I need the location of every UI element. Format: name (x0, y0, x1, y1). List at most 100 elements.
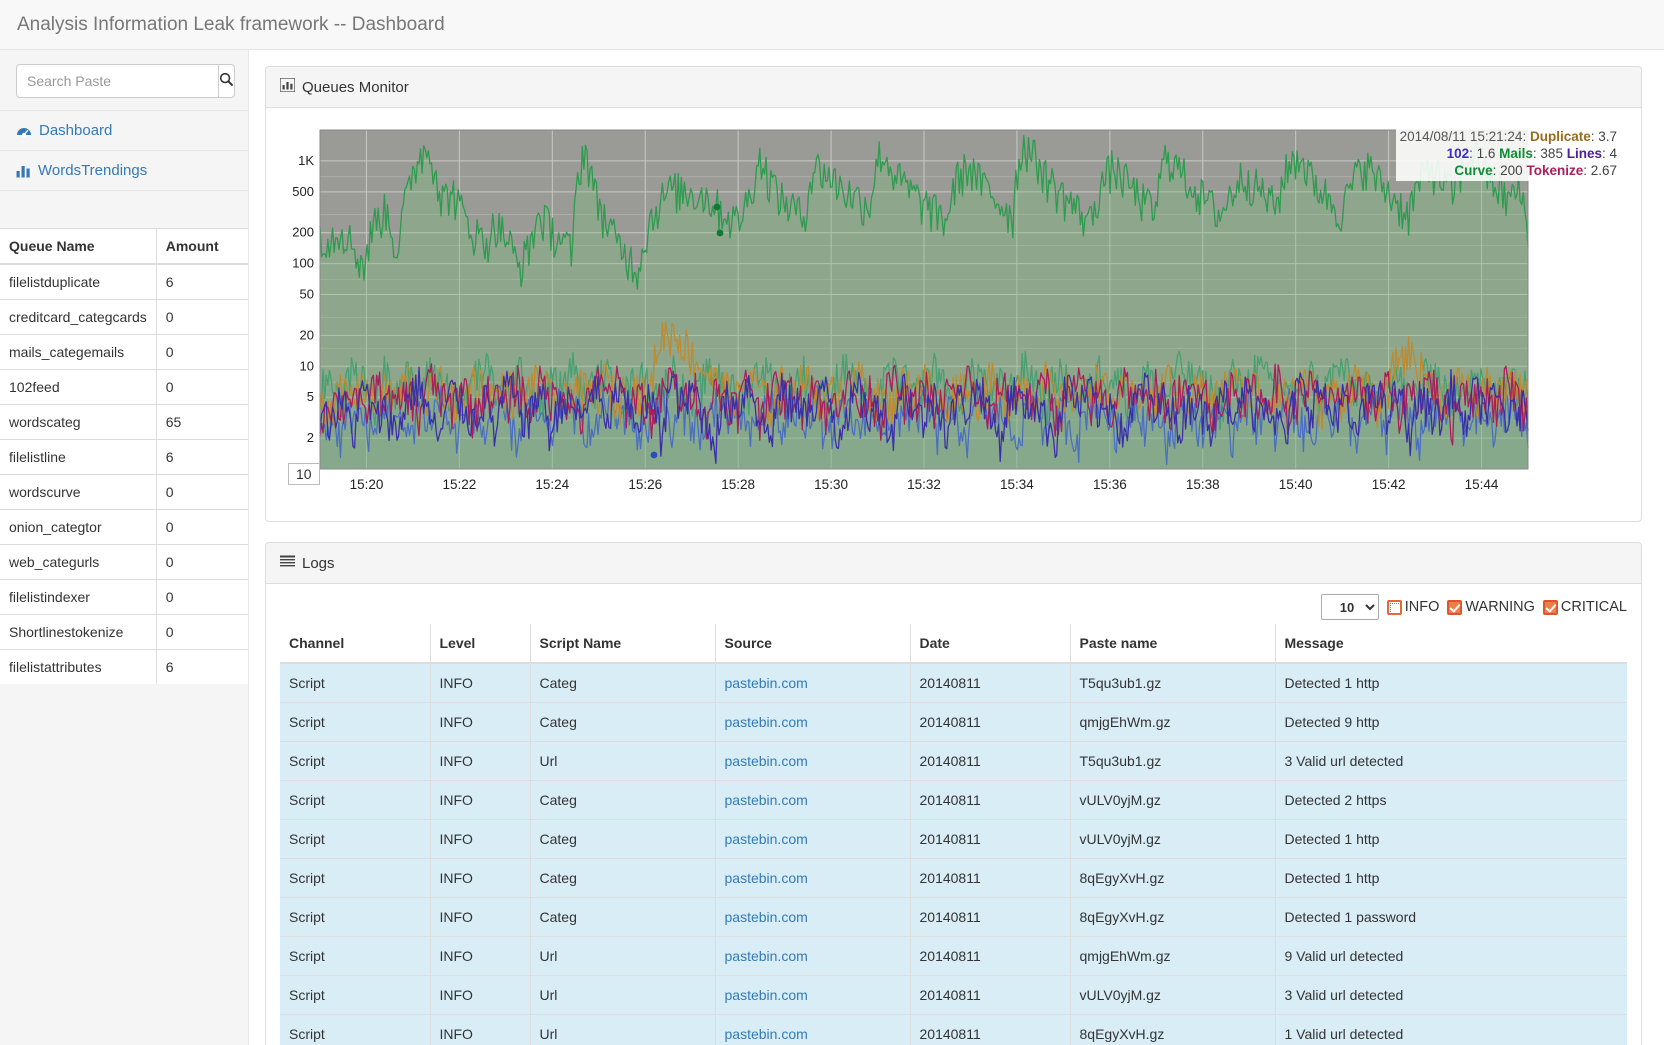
checkbox-warning-icon[interactable] (1447, 600, 1462, 615)
legend-line-3: Curve: 200 Tokenize: 2.67 (1400, 162, 1617, 179)
source-link[interactable]: pastebin.com (725, 948, 808, 964)
logs-cell-source: pastebin.com (715, 703, 910, 742)
logs-cell-channel: Script (280, 976, 430, 1015)
logs-cell-level: INFO (430, 742, 530, 781)
table-row[interactable]: ScriptINFOUrlpastebin.com20140811qmjgEhW… (280, 937, 1627, 976)
logs-cell-date: 20140811 (910, 859, 1070, 898)
logs-col-channel: Channel (280, 624, 430, 663)
logs-title: Logs (280, 555, 335, 572)
queue-amount-cell: 0 (156, 335, 248, 370)
logs-cell-date: 20140811 (910, 663, 1070, 703)
svg-text:15:32: 15:32 (907, 477, 941, 492)
logs-cell-level: INFO (430, 976, 530, 1015)
logs-table-body: ScriptINFOCategpastebin.com20140811T5qu3… (280, 663, 1627, 1045)
queue-amount-cell: 6 (156, 264, 248, 300)
logs-cell-paste: 8qEgyXvH.gz (1070, 1015, 1275, 1045)
table-row: 102feed0 (0, 370, 248, 405)
table-row[interactable]: ScriptINFOUrlpastebin.com201408118qEgyXv… (280, 1015, 1627, 1045)
source-link[interactable]: pastebin.com (725, 1026, 808, 1042)
logs-col-source: Source (715, 624, 910, 663)
source-link[interactable]: pastebin.com (725, 831, 808, 847)
checkbox-info-icon[interactable] (1387, 600, 1402, 615)
logs-cell-script: Categ (530, 859, 715, 898)
top-navbar: Analysis Information Leak framework -- D… (0, 0, 1664, 50)
search-input[interactable] (16, 64, 218, 98)
logs-cell-level: INFO (430, 937, 530, 976)
logs-table: Channel Level Script Name Source Date Pa… (280, 624, 1627, 1045)
logs-cell-message: 3 Valid url detected (1275, 742, 1627, 781)
checkbox-critical-icon[interactable] (1543, 600, 1558, 615)
svg-text:500: 500 (292, 184, 314, 199)
queues-monitor-header: Queues Monitor (266, 67, 1641, 108)
logs-cell-channel: Script (280, 663, 430, 703)
queues-monitor-panel: Queues Monitor 1K50020010050201052115:20… (265, 66, 1642, 522)
logs-cell-paste: T5qu3ub1.gz (1070, 742, 1275, 781)
panel-title-text: Logs (302, 555, 335, 572)
queue-amount-cell: 0 (156, 475, 248, 510)
svg-text:20: 20 (300, 327, 314, 342)
table-row[interactable]: ScriptINFOCategpastebin.com20140811vULV0… (280, 820, 1627, 859)
logs-cell-source: pastebin.com (715, 1015, 910, 1045)
table-row[interactable]: ScriptINFOCategpastebin.com20140811T5qu3… (280, 663, 1627, 703)
logs-header: Logs (266, 543, 1641, 584)
sidebar-item-wordstrendings[interactable]: WordsTrendings (0, 150, 248, 191)
level-label-info: INFO (1405, 599, 1440, 615)
logs-cell-message: 3 Valid url detected (1275, 976, 1627, 1015)
level-toggle-info[interactable]: INFO (1387, 599, 1440, 615)
logs-col-paste-name: Paste name (1070, 624, 1275, 663)
svg-text:200: 200 (292, 225, 314, 240)
svg-text:15:36: 15:36 (1093, 477, 1127, 492)
source-link[interactable]: pastebin.com (725, 870, 808, 886)
logs-cell-script: Categ (530, 820, 715, 859)
logs-cell-date: 20140811 (910, 703, 1070, 742)
source-link[interactable]: pastebin.com (725, 987, 808, 1003)
queues-chart[interactable]: 1K50020010050201052115:2015:2215:2415:26… (280, 122, 1627, 507)
table-row[interactable]: ScriptINFOCategpastebin.com20140811vULV0… (280, 781, 1627, 820)
queue-amount-cell: 65 (156, 405, 248, 440)
table-row[interactable]: ScriptINFOUrlpastebin.com20140811T5qu3ub… (280, 742, 1627, 781)
sidebar-nav: Dashboard WordsTrendings (0, 110, 248, 191)
logs-cell-channel: Script (280, 898, 430, 937)
source-link[interactable]: pastebin.com (725, 753, 808, 769)
table-row: web_categurls0 (0, 545, 248, 580)
source-link[interactable]: pastebin.com (725, 675, 808, 691)
svg-text:15:22: 15:22 (442, 477, 476, 492)
table-row: filelistline6 (0, 440, 248, 475)
queue-amount-cell: 6 (156, 440, 248, 475)
logs-cell-paste: T5qu3ub1.gz (1070, 663, 1275, 703)
logs-col-level: Level (430, 624, 530, 663)
queue-name-cell: Shortlinestokenize (0, 615, 156, 650)
queue-amount-cell: 0 (156, 615, 248, 650)
logs-panel: Logs 102550100 INFO WARNING (265, 542, 1642, 1045)
chart-canvas[interactable]: 1K50020010050201052115:2015:2215:2415:26… (280, 122, 1534, 507)
logs-cell-level: INFO (430, 820, 530, 859)
sidebar-item-dashboard[interactable]: Dashboard (0, 110, 248, 150)
queue-name-cell: filelistduplicate (0, 264, 156, 300)
logs-cell-script: Categ (530, 898, 715, 937)
table-row: filelistduplicate6 (0, 264, 248, 300)
queue-amount-cell: 0 (156, 545, 248, 580)
logs-cell-level: INFO (430, 781, 530, 820)
page-title: Analysis Information Leak framework -- D… (17, 15, 445, 34)
logs-cell-paste: vULV0yjM.gz (1070, 976, 1275, 1015)
logs-cell-script: Categ (530, 781, 715, 820)
source-link[interactable]: pastebin.com (725, 909, 808, 925)
source-link[interactable]: pastebin.com (725, 714, 808, 730)
logs-cell-paste: qmjgEhWm.gz (1070, 703, 1275, 742)
logs-count-select[interactable]: 102550100 (1321, 594, 1379, 620)
source-link[interactable]: pastebin.com (725, 792, 808, 808)
search-button[interactable] (218, 64, 235, 98)
table-row: wordscateg65 (0, 405, 248, 440)
svg-text:15:24: 15:24 (535, 477, 569, 492)
table-row[interactable]: ScriptINFOCategpastebin.com201408118qEgy… (280, 898, 1627, 937)
panel-title-text: Queues Monitor (302, 79, 409, 96)
logs-cell-script: Categ (530, 663, 715, 703)
level-toggle-warning[interactable]: WARNING (1447, 599, 1535, 615)
table-row[interactable]: ScriptINFOUrlpastebin.com20140811vULV0yj… (280, 976, 1627, 1015)
table-row[interactable]: ScriptINFOCategpastebin.com20140811qmjgE… (280, 703, 1627, 742)
table-row[interactable]: ScriptINFOCategpastebin.com201408118qEgy… (280, 859, 1627, 898)
queue-name-cell: creditcard_categcards (0, 300, 156, 335)
level-toggle-critical[interactable]: CRITICAL (1543, 599, 1627, 615)
logs-cell-script: Url (530, 937, 715, 976)
logs-cell-channel: Script (280, 859, 430, 898)
